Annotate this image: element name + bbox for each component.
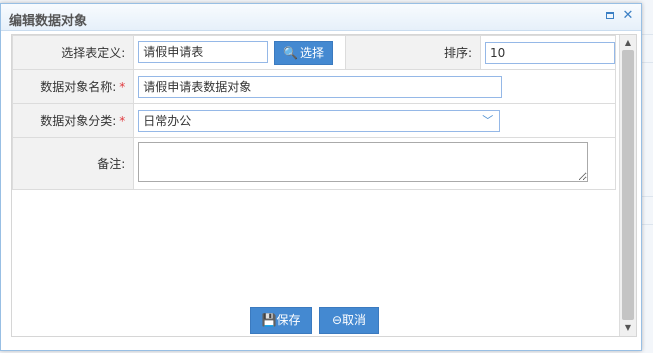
sort-input[interactable] [485, 41, 615, 64]
dialog-header: 编辑数据对象 ✕ [1, 4, 641, 31]
scroll-down-icon[interactable]: ▼ [620, 321, 636, 335]
remark-cell [133, 137, 616, 190]
close-icon[interactable]: ✕ [622, 9, 634, 22]
save-button[interactable]: 💾保存 [250, 307, 312, 334]
name-label: 数据对象名称: * [12, 69, 135, 104]
cancel-button[interactable]: ⊖取消 [319, 307, 379, 334]
save-icon: 💾 [261, 313, 277, 327]
scroll-thumb[interactable] [622, 50, 634, 320]
dialog-title: 编辑数据对象 [9, 14, 88, 29]
chevron-down-icon[interactable]: ﹀ [482, 111, 493, 131]
select-button[interactable]: 🔍 选择 [274, 40, 334, 65]
category-label: 数据对象分类: * [12, 103, 135, 138]
sort-cell [480, 35, 616, 70]
name-input[interactable] [138, 75, 503, 98]
scroll-up-icon[interactable]: ▲ [620, 36, 636, 50]
category-cell: 日常办公 ﹀ [133, 103, 616, 138]
category-value: 日常办公 [143, 113, 192, 128]
remark-label: 备注: [12, 137, 135, 190]
edit-dialog: 编辑数据对象 ✕ 选择表定义: 🔍选择 排序: 数据对象名称:* [0, 3, 642, 351]
table-def-cell: 🔍选择 [133, 35, 347, 70]
search-icon: 🔍 [283, 45, 299, 60]
table-def-input[interactable] [138, 40, 269, 63]
category-select[interactable]: 日常办公 ﹀ [138, 109, 501, 132]
sort-label: 排序: [345, 35, 481, 70]
table-def-label: 选择表定义: [12, 35, 135, 70]
form-panel: 选择表定义: 🔍选择 排序: 数据对象名称:* 数据对象分类:* [11, 34, 637, 337]
remark-textarea[interactable] [138, 142, 589, 182]
vertical-scrollbar[interactable]: ▲ ▼ [619, 35, 636, 336]
cancel-icon: ⊖ [331, 313, 343, 327]
maximize-icon[interactable] [604, 10, 616, 22]
name-cell [133, 69, 616, 104]
required-mark: * [119, 114, 126, 128]
form-table: 选择表定义: 🔍选择 排序: 数据对象名称:* 数据对象分类:* [12, 35, 616, 190]
required-mark: * [119, 80, 126, 94]
